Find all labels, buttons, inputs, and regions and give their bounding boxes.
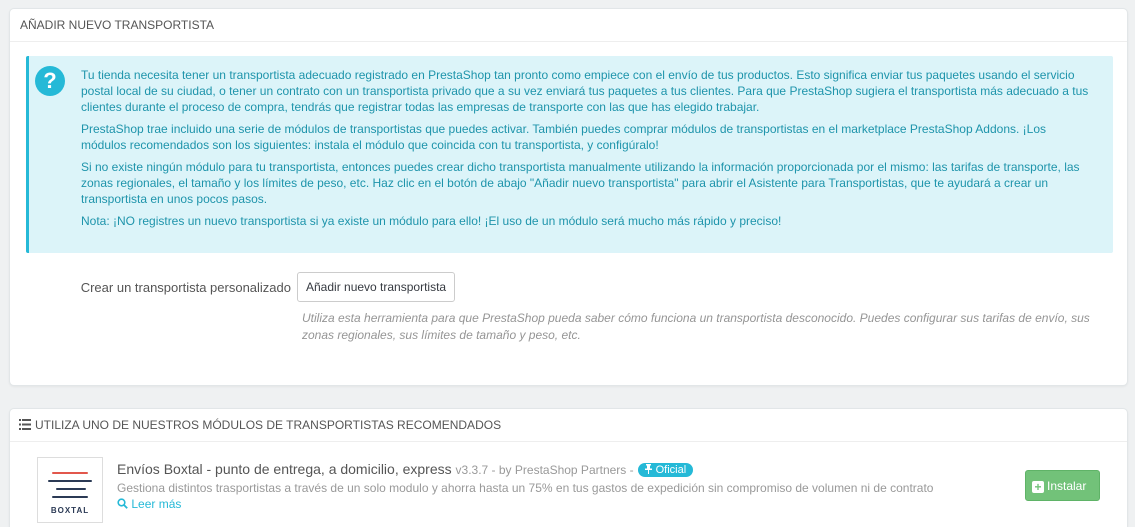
alert-paragraph: Tu tienda necesita tener un transportist…: [81, 68, 1089, 114]
custom-carrier-form-row: Crear un transportista personalizado Aña…: [10, 272, 1127, 302]
plus-icon: +: [1032, 480, 1044, 493]
logo-text: BOXTAL: [50, 506, 90, 515]
boxtal-logo: BOXTAL: [37, 457, 103, 523]
panel-heading-add-carrier: Añadir nuevo transportista: [10, 9, 1127, 42]
install-button[interactable]: + Instalar: [1025, 470, 1100, 501]
list-icon: [19, 419, 31, 433]
module-description: Gestiona distintos trasportistas a travé…: [117, 481, 934, 495]
pin-icon: [644, 464, 652, 474]
custom-carrier-label: Crear un transportista personalizado: [80, 280, 291, 295]
add-new-carrier-button[interactable]: Añadir nuevo transportista: [297, 272, 456, 302]
badge-label: Oficial: [655, 464, 687, 476]
help-text: Utiliza esta herramienta para que Presta…: [302, 311, 1090, 342]
module-version: v3.3.7 - by PrestaShop Partners -: [455, 463, 634, 477]
recommended-modules-panel: Utiliza uno de nuestros módulos de trans…: [9, 408, 1128, 527]
panel-heading-modules: Utiliza uno de nuestros módulos de trans…: [10, 409, 1127, 442]
modules-panel-title: Utiliza uno de nuestros módulos de trans…: [35, 418, 502, 432]
alert-paragraph: PrestaShop trae incluido una serie de mó…: [81, 122, 1047, 152]
module-title: Envíos Boxtal - punto de entrega, a domi…: [117, 461, 694, 477]
module-item: BOXTAL Envíos Boxtal - punto de entrega,…: [10, 455, 1127, 525]
add-carrier-panel: Añadir nuevo transportista ? Tu tienda n…: [9, 8, 1128, 386]
info-alert: ? Tu tienda necesita tener un transporti…: [26, 56, 1113, 253]
module-name: Envíos Boxtal - punto de entrega, a domi…: [117, 461, 452, 477]
read-more-link[interactable]: Leer más: [117, 497, 181, 511]
search-icon: [117, 498, 128, 509]
official-badge: Oficial: [637, 463, 694, 477]
alert-paragraph: Nota: ¡NO registres un nuevo transportis…: [81, 214, 782, 228]
question-circle-icon: ?: [35, 66, 65, 96]
read-more-label: Leer más: [131, 497, 182, 511]
alert-paragraph: Si no existe ningún módulo para tu trans…: [81, 160, 1080, 206]
install-label: Instalar: [1047, 478, 1087, 493]
